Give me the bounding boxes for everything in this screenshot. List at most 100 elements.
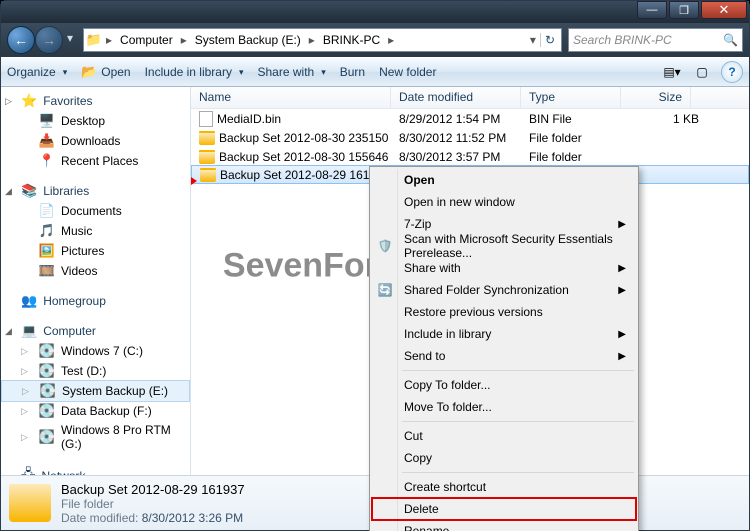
menu-item-move-to-folder[interactable]: Move To folder... — [372, 396, 636, 418]
expand-icon[interactable]: ▷ — [21, 432, 28, 443]
expand-icon[interactable]: ▷ — [5, 96, 12, 107]
file-row[interactable]: MediaID.bin8/29/2012 1:54 PMBIN File1 KB — [191, 109, 749, 128]
menu-item-open-in-new-window[interactable]: Open in new window — [372, 191, 636, 213]
menu-item-scan-with-microsoft-security-essentials-prerelease[interactable]: 🛡️Scan with Microsoft Security Essential… — [372, 235, 636, 257]
nav-libraries[interactable]: ◢📚Libraries — [1, 181, 190, 201]
menu-item-copy[interactable]: Copy — [372, 447, 636, 469]
nav-videos[interactable]: 🎞️Videos — [1, 261, 190, 281]
nav-forward-button[interactable]: → — [35, 26, 63, 54]
file-type: File folder — [529, 131, 629, 145]
file-date: 8/30/2012 11:52 PM — [399, 131, 529, 145]
preview-pane-button[interactable]: ▢ — [691, 61, 713, 83]
chevron-right-icon[interactable]: ▸ — [104, 33, 114, 47]
network-icon: 🖧 — [21, 465, 36, 475]
nav-favorites[interactable]: ▷⭐Favorites — [1, 91, 190, 111]
menu-item-create-shortcut[interactable]: Create shortcut — [372, 476, 636, 498]
nav-back-button[interactable]: ← — [7, 26, 35, 54]
col-size[interactable]: Size — [621, 87, 691, 108]
nav-downloads[interactable]: 📥Downloads — [1, 131, 190, 151]
col-name[interactable]: Name — [191, 87, 391, 108]
menu-item-cut[interactable]: Cut — [372, 425, 636, 447]
nav-pictures[interactable]: 🖼️Pictures — [1, 241, 190, 261]
menu-item-label: Include in library — [404, 327, 491, 341]
menu-item-copy-to-folder[interactable]: Copy To folder... — [372, 374, 636, 396]
downloads-icon: 📥 — [39, 133, 55, 149]
file-name: Backup Set 2012-08-30 235150 — [219, 131, 388, 145]
address-dropdown-icon[interactable]: ▾ — [528, 33, 538, 47]
refresh-button[interactable]: ↻ — [540, 33, 559, 47]
nav-recent-places[interactable]: 📍Recent Places — [1, 151, 190, 171]
file-type: File folder — [529, 150, 629, 164]
address-row: ← → ▾ 📁 ▸ Computer ▸ System Backup (E:) … — [1, 23, 749, 57]
menu-item-label: Open — [404, 173, 435, 187]
search-input[interactable]: Search BRINK-PC 🔍 — [568, 28, 743, 52]
videos-icon: 🎞️ — [39, 263, 55, 279]
menu-item-label: Move To folder... — [404, 400, 492, 414]
open-button[interactable]: 📂Open — [81, 64, 130, 80]
menu-item-label: Create shortcut — [404, 480, 486, 494]
chevron-right-icon[interactable]: ▸ — [307, 33, 317, 47]
burn-button[interactable]: Burn — [340, 65, 365, 79]
nav-drive-e[interactable]: ▷💽System Backup (E:) — [1, 380, 190, 402]
collapse-icon[interactable]: ◢ — [5, 326, 12, 337]
expand-icon[interactable]: ▷ — [21, 366, 28, 377]
menu-item-label: Copy — [404, 451, 432, 465]
minimize-button[interactable]: — — [637, 1, 667, 19]
nav-homegroup[interactable]: 👥Homegroup — [1, 291, 190, 311]
share-with-menu[interactable]: Share with — [258, 65, 326, 79]
nav-history-dropdown[interactable]: ▾ — [63, 26, 77, 50]
menu-item-include-in-library[interactable]: Include in library▶ — [372, 323, 636, 345]
view-options-button[interactable]: ▤▾ — [661, 61, 683, 83]
nav-drive-d[interactable]: ▷💽Test (D:) — [1, 361, 190, 381]
folder-icon — [199, 150, 215, 164]
drive-icon: 💽 — [39, 363, 55, 379]
nav-drive-g[interactable]: ▷💽Windows 8 Pro RTM (G:) — [1, 421, 190, 453]
include-library-menu[interactable]: Include in library — [145, 65, 244, 79]
menu-item-shared-folder-synchronization[interactable]: 🔄Shared Folder Synchronization▶ — [372, 279, 636, 301]
nav-music[interactable]: 🎵Music — [1, 221, 190, 241]
close-button[interactable]: ✕ — [701, 1, 747, 19]
nav-desktop[interactable]: 🖥️Desktop — [1, 111, 190, 131]
nav-documents[interactable]: 📄Documents — [1, 201, 190, 221]
pictures-icon: 🖼️ — [39, 243, 55, 259]
details-mod-label: Date modified: — [61, 511, 138, 525]
file-row[interactable]: Backup Set 2012-08-30 235150 8/30/2012 11… — [191, 128, 749, 147]
nav-drive-c[interactable]: ▷💽Windows 7 (C:) — [1, 341, 190, 361]
menu-item-send-to[interactable]: Send to▶ — [372, 345, 636, 367]
address-bar[interactable]: 📁 ▸ Computer ▸ System Backup (E:) ▸ BRIN… — [83, 28, 562, 52]
nav-drive-f[interactable]: ▷💽Data Backup (F:) — [1, 401, 190, 421]
col-date[interactable]: Date modified — [391, 87, 521, 108]
menu-item-delete[interactable]: Delete — [372, 498, 636, 520]
menu-item-label: Copy To folder... — [404, 378, 491, 392]
file-row[interactable]: Backup Set 2012-08-30 1556468/30/2012 3:… — [191, 147, 749, 166]
expand-icon[interactable]: ▷ — [21, 406, 28, 417]
menu-item-open[interactable]: Open — [372, 169, 636, 191]
menu-item-share-with[interactable]: Share with▶ — [372, 257, 636, 279]
folder-icon — [200, 168, 216, 182]
breadcrumb-drive[interactable]: System Backup (E:) — [191, 29, 305, 51]
libraries-icon: 📚 — [21, 183, 37, 199]
file-type: BIN File — [529, 112, 629, 126]
breadcrumb-folder[interactable]: BRINK-PC — [319, 29, 384, 51]
expand-icon[interactable]: ▷ — [21, 346, 28, 357]
chevron-right-icon[interactable]: ▸ — [386, 33, 396, 47]
chevron-right-icon[interactable]: ▸ — [179, 33, 189, 47]
menu-item-label: Cut — [404, 429, 423, 443]
maximize-button[interactable]: ❐ — [669, 1, 699, 19]
col-type[interactable]: Type — [521, 87, 621, 108]
menu-item-label: Delete — [404, 502, 439, 516]
expand-icon[interactable]: ▷ — [22, 386, 29, 397]
nav-computer[interactable]: ◢💻Computer — [1, 321, 190, 341]
new-folder-button[interactable]: New folder — [379, 65, 436, 79]
nav-network[interactable]: 🖧Network — [1, 463, 190, 475]
file-date: 8/29/2012 1:54 PM — [399, 112, 529, 126]
help-button[interactable]: ? — [721, 61, 743, 83]
collapse-icon[interactable]: ◢ — [5, 186, 12, 197]
menu-item-restore-previous-versions[interactable]: Restore previous versions — [372, 301, 636, 323]
submenu-arrow-icon: ▶ — [618, 263, 626, 274]
breadcrumb-computer[interactable]: Computer — [116, 29, 177, 51]
folder-open-icon: 📂 — [81, 64, 97, 80]
file-name: Backup Set 2012-08-29 161937 — [220, 168, 389, 182]
organize-menu[interactable]: Organize — [7, 65, 67, 79]
menu-item-rename[interactable]: Rename — [372, 520, 636, 531]
